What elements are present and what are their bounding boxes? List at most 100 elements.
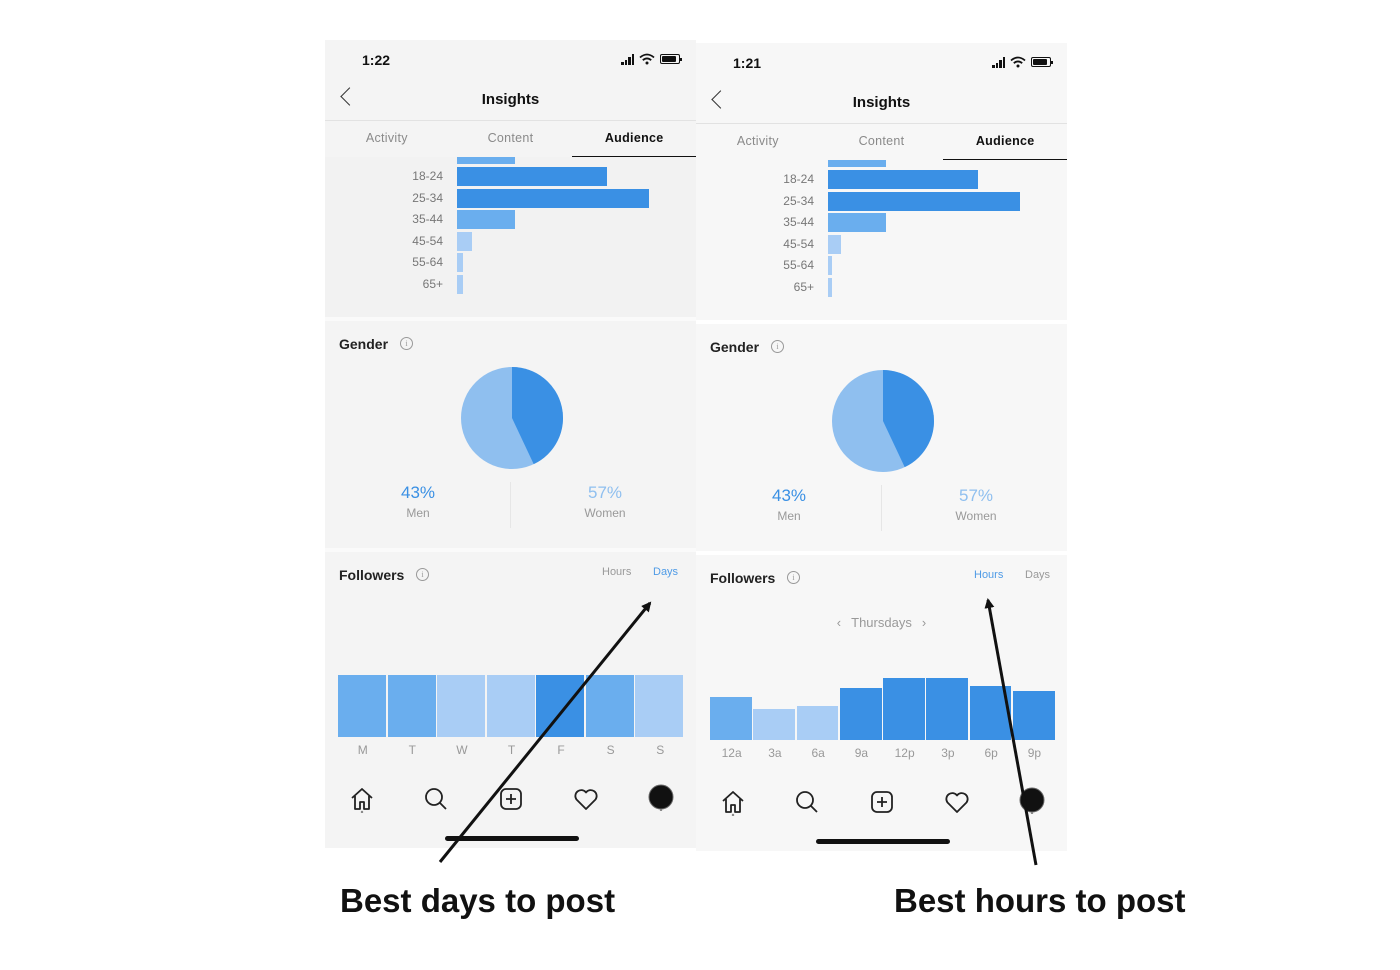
tab-audience[interactable]: Audience (572, 121, 696, 157)
follower-bar (883, 678, 925, 740)
age-bar (828, 170, 978, 189)
home-icon[interactable] (719, 788, 747, 816)
follower-bar (839, 687, 882, 740)
new-post-icon[interactable] (497, 785, 525, 813)
tab-content[interactable]: Content (820, 124, 944, 160)
x-axis-label: 12a (721, 746, 742, 760)
follower-bar (969, 686, 1012, 740)
tab-bar: Activity Content Audience (325, 120, 696, 158)
new-post-icon[interactable] (868, 788, 896, 816)
age-label: 25-34 (783, 193, 814, 208)
search-icon[interactable] (422, 785, 450, 813)
home-indicator (816, 839, 950, 844)
follower-bar (710, 697, 752, 740)
x-axis-label: F (557, 743, 565, 757)
hours-toggle[interactable]: Hours (974, 569, 1003, 581)
follower-bar (585, 675, 634, 737)
age-bar (828, 256, 832, 276)
profile-avatar-icon[interactable] (1018, 786, 1046, 814)
hours-toggle[interactable]: Hours (602, 566, 631, 578)
x-axis-label: M (357, 743, 368, 757)
selected-day: Thursdays (851, 615, 912, 630)
section-divider (325, 548, 696, 552)
day-selector[interactable]: ‹ Thursdays › (696, 615, 1067, 630)
age-label: 25-34 (412, 190, 443, 205)
women-percentage: 57% (958, 486, 994, 505)
men-label: Men (777, 509, 801, 523)
x-axis-label: 6a (811, 746, 825, 760)
tab-bar: Activity Content Audience (696, 123, 1067, 161)
days-toggle[interactable]: Days (653, 566, 678, 578)
follower-bar (387, 675, 436, 737)
follower-bar (796, 705, 839, 740)
x-axis-label: 9a (854, 746, 869, 760)
follower-bar (437, 675, 486, 737)
x-axis-label: 9p (1027, 746, 1042, 760)
gender-pie-chart (832, 370, 934, 472)
info-icon[interactable]: i (416, 568, 429, 581)
tab-content[interactable]: Content (449, 121, 573, 157)
chevron-left-icon[interactable]: ‹ (837, 615, 841, 630)
status-icons (621, 52, 682, 66)
search-icon[interactable] (793, 788, 821, 816)
battery-icon (660, 54, 682, 64)
followers-title: Followers (710, 570, 776, 586)
men-label: Men (406, 506, 430, 520)
age-label: 35-44 (783, 215, 814, 230)
x-axis-label: T (408, 743, 417, 757)
age-bar (457, 275, 463, 294)
x-axis-label: T (507, 743, 516, 757)
phone-screenshot-days: 1:22 Insights Activity Content Audience … (325, 40, 696, 848)
women-label: Women (584, 506, 626, 520)
caption-best-hours: Best hours to post (894, 882, 1186, 919)
x-axis-label: S (656, 743, 665, 757)
info-icon[interactable]: i (400, 337, 413, 350)
section-divider (325, 317, 696, 321)
age-label: 18-24 (783, 172, 814, 186)
age-label: 65+ (793, 280, 814, 294)
heart-icon[interactable] (572, 785, 600, 813)
age-bar (457, 231, 473, 251)
info-icon[interactable]: i (771, 340, 784, 353)
x-axis-label: 12p (894, 746, 915, 760)
home-icon[interactable] (348, 785, 376, 813)
x-axis-label: S (606, 743, 615, 757)
age-label: 45-54 (412, 233, 443, 248)
status-icons (992, 55, 1053, 69)
tab-activity[interactable]: Activity (696, 124, 820, 160)
follower-bar (753, 709, 795, 740)
cellular-signal-icon (621, 53, 634, 65)
caption-best-days: Best days to post (340, 882, 616, 919)
follower-bar (338, 675, 387, 737)
wifi-icon (1010, 56, 1026, 68)
tab-activity[interactable]: Activity (325, 121, 449, 157)
tab-audience[interactable]: Audience (943, 124, 1067, 160)
chevron-right-icon[interactable]: › (922, 615, 926, 630)
follower-bar (486, 675, 535, 737)
age-bar (457, 210, 515, 230)
home-indicator (445, 836, 579, 841)
age-label: 18-24 (412, 169, 443, 183)
profile-avatar-icon[interactable] (647, 783, 675, 811)
heart-icon[interactable] (943, 788, 971, 816)
info-icon[interactable]: i (787, 571, 800, 584)
age-bar (828, 234, 842, 254)
x-axis-label: W (456, 743, 468, 757)
women-percentage: 57% (587, 483, 623, 502)
gender-separator (510, 482, 511, 528)
follower-bar (1012, 691, 1055, 740)
followers-title: Followers (339, 567, 405, 583)
x-axis-label: 3p (941, 746, 955, 760)
gender-title: Gender (710, 339, 760, 355)
nav-title: Insights (852, 94, 911, 111)
men-percentage: 43% (400, 483, 436, 502)
section-divider (696, 320, 1067, 324)
battery-icon (1031, 57, 1053, 67)
age-bar (457, 253, 463, 273)
age-range-chart: 18-24 25-34 35-44 45-54 55-64 65+ (325, 157, 696, 317)
x-axis-label: 6p (984, 746, 998, 760)
days-toggle[interactable]: Days (1025, 569, 1050, 581)
status-time: 1:21 (733, 55, 762, 71)
age-bar-partial (828, 160, 886, 167)
age-label: 55-64 (412, 255, 443, 270)
